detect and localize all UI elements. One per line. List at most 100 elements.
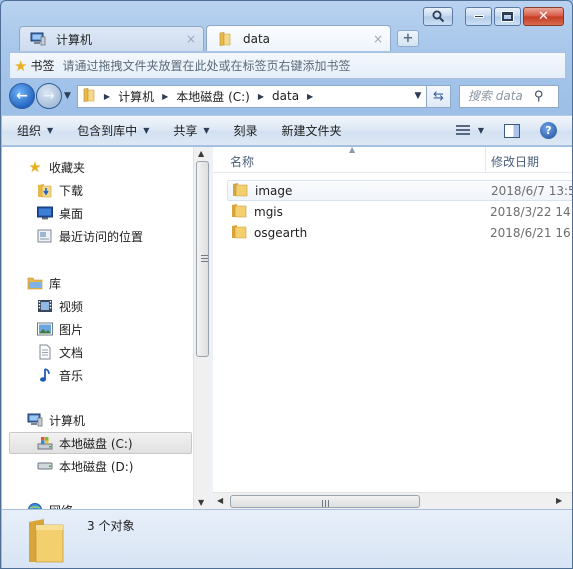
sidebar-item-desktop[interactable]: 桌面 (37, 202, 210, 224)
burn-label: 刻录 (233, 124, 258, 138)
folder-icon (26, 516, 66, 567)
include-in-library-button[interactable]: 包含到库中 ▼ (77, 122, 149, 139)
chevron-down-icon[interactable]: ▼ (478, 126, 484, 135)
sidebar-item-drive-c[interactable]: 本地磁盘 (C:) (9, 432, 192, 454)
tab-close-icon[interactable]: × (372, 32, 384, 46)
folder-icon (231, 223, 247, 242)
tab-strip: 计算机 × data × + (19, 25, 419, 51)
view-options-icon[interactable] (455, 124, 470, 137)
sidebar-item-downloads[interactable]: 下载 (37, 179, 210, 201)
folder-icon (232, 181, 248, 200)
sidebar-item-drive-d[interactable]: 本地磁盘 (D:) (37, 455, 210, 477)
organize-button[interactable]: 组织 ▼ (17, 122, 53, 139)
column-header-modified[interactable]: 修改日期 (491, 153, 539, 170)
navigation-pane: ★ 收藏夹 下载 桌面 最近访问的位置 库 视频 图片 文档 音乐 计算机 本地… (2, 147, 210, 509)
sidebar-item-label: 收藏夹 (49, 160, 86, 175)
caption-search-button[interactable] (423, 7, 453, 26)
folder-icon (231, 202, 247, 221)
breadcrumb-computer[interactable]: 计算机 (118, 88, 154, 105)
search-icon[interactable]: ⚲ (534, 89, 544, 104)
sidebar-item-computer[interactable]: 计算机 (27, 409, 210, 431)
address-dropdown-icon[interactable]: ▼ (410, 91, 426, 101)
share-button[interactable]: 共享 ▼ (173, 122, 209, 139)
sidebar-item-favorites[interactable]: ★ 收藏夹 (27, 156, 210, 178)
file-modified-date: 2018/6/7 13:5 (491, 183, 573, 198)
sidebar-item-music[interactable]: 音乐 (37, 364, 210, 386)
scroll-left-icon[interactable]: ◀ (217, 496, 223, 505)
burn-button[interactable]: 刻录 (234, 122, 258, 139)
sidebar-item-libraries[interactable]: 库 (27, 272, 210, 294)
file-row[interactable]: osgearth 2018/6/21 16 (227, 222, 572, 243)
tab-computer[interactable]: 计算机 × (19, 26, 204, 51)
libraries-icon (27, 275, 43, 291)
sidebar-item-recent-places[interactable]: 最近访问的位置 (37, 225, 210, 247)
sidebar-item-label: 图片 (59, 322, 84, 337)
breadcrumb-drive-c[interactable]: 本地磁盘 (C:) (176, 88, 250, 105)
address-bar[interactable]: ▶ 计算机 ▶ 本地磁盘 (C:) ▶ data ▶ ▼ (76, 84, 427, 108)
recent-pages-dropdown[interactable]: ▼ (64, 91, 71, 101)
file-modified-date: 2018/6/21 16 (490, 225, 571, 240)
navigation-scrollbar[interactable]: ▲ ▼ (193, 147, 210, 509)
network-icon (27, 502, 43, 509)
scrollbar-thumb[interactable] (230, 495, 420, 508)
file-name: image (255, 183, 293, 198)
new-folder-button[interactable]: 新建文件夹 (282, 122, 342, 139)
recent-places-icon (37, 228, 53, 244)
search-icon (432, 10, 444, 23)
preview-pane-icon[interactable] (504, 123, 520, 138)
search-box[interactable]: ⚲ (458, 84, 559, 108)
downloads-icon (37, 182, 53, 198)
help-icon[interactable]: ? (540, 122, 557, 139)
file-row[interactable]: image 2018/6/7 13:5 (227, 180, 573, 201)
tab-data[interactable]: data × (206, 25, 391, 51)
explorer-window: ✕ 计算机 × data × + ★ 书签 请通过拖拽文件夹放置在此处或在标签页… (0, 0, 573, 569)
search-input[interactable] (467, 89, 534, 103)
forward-button[interactable]: → (36, 83, 62, 109)
sidebar-item-videos[interactable]: 视频 (37, 295, 210, 317)
bookmarks-hint: 请通过拖拽文件夹放置在此处或在标签页右键添加书签 (62, 59, 351, 73)
column-header-name[interactable]: 名称 (230, 153, 254, 170)
item-count: 3 个对象 (87, 519, 135, 533)
video-icon (37, 298, 53, 314)
organize-label: 组织 (17, 124, 42, 138)
file-modified-date: 2018/3/22 14 (490, 204, 571, 219)
breadcrumb-data[interactable]: data (272, 89, 299, 103)
chevron-right-icon[interactable]: ▶ (307, 92, 313, 101)
scroll-right-icon[interactable]: ▶ (556, 496, 562, 505)
drive-icon (37, 458, 53, 474)
sidebar-item-label: 文档 (59, 345, 84, 360)
sidebar-item-label: 计算机 (49, 413, 86, 428)
plus-icon: + (402, 31, 414, 46)
new-folder-label: 新建文件夹 (281, 124, 342, 138)
new-tab-button[interactable]: + (397, 30, 419, 47)
chevron-right-icon[interactable]: ▶ (162, 92, 168, 101)
window-caption-buttons: ✕ (423, 7, 564, 26)
close-button[interactable]: ✕ (523, 7, 564, 26)
scroll-down-icon[interactable]: ▼ (198, 498, 204, 507)
horizontal-scrollbar[interactable]: ◀ ▶ (213, 492, 572, 509)
scroll-up-icon[interactable]: ▲ (198, 149, 204, 158)
file-row[interactable]: mgis 2018/3/22 14 (227, 201, 572, 222)
minimize-icon (473, 15, 484, 18)
sidebar-item-network[interactable]: 网络 (27, 499, 210, 509)
sidebar-item-label: 音乐 (59, 368, 84, 383)
chevron-right-icon[interactable]: ▶ (104, 92, 110, 101)
computer-icon (30, 32, 46, 46)
chevron-right-icon[interactable]: ▶ (258, 92, 264, 101)
tab-close-icon[interactable]: × (185, 32, 197, 46)
file-list: ▲ 名称 修改日期 image 2018/6/7 13:5 mgis 2018/… (213, 147, 573, 509)
sidebar-item-label: 最近访问的位置 (59, 229, 144, 244)
sidebar-item-pictures[interactable]: 图片 (37, 318, 210, 340)
back-button[interactable]: ← (9, 83, 35, 109)
details-pane: 3 个对象 (2, 509, 572, 568)
sort-ascending-icon: ▲ (349, 147, 356, 154)
star-icon: ★ (14, 56, 28, 75)
maximize-icon (501, 11, 514, 22)
scrollbar-thumb[interactable] (196, 161, 209, 357)
chevron-down-icon: ▼ (143, 126, 150, 135)
minimize-button[interactable] (465, 7, 492, 26)
desktop-icon (37, 205, 53, 221)
maximize-button[interactable] (494, 7, 521, 26)
refresh-button[interactable]: ⇆ (426, 84, 451, 108)
sidebar-item-documents[interactable]: 文档 (37, 341, 210, 363)
